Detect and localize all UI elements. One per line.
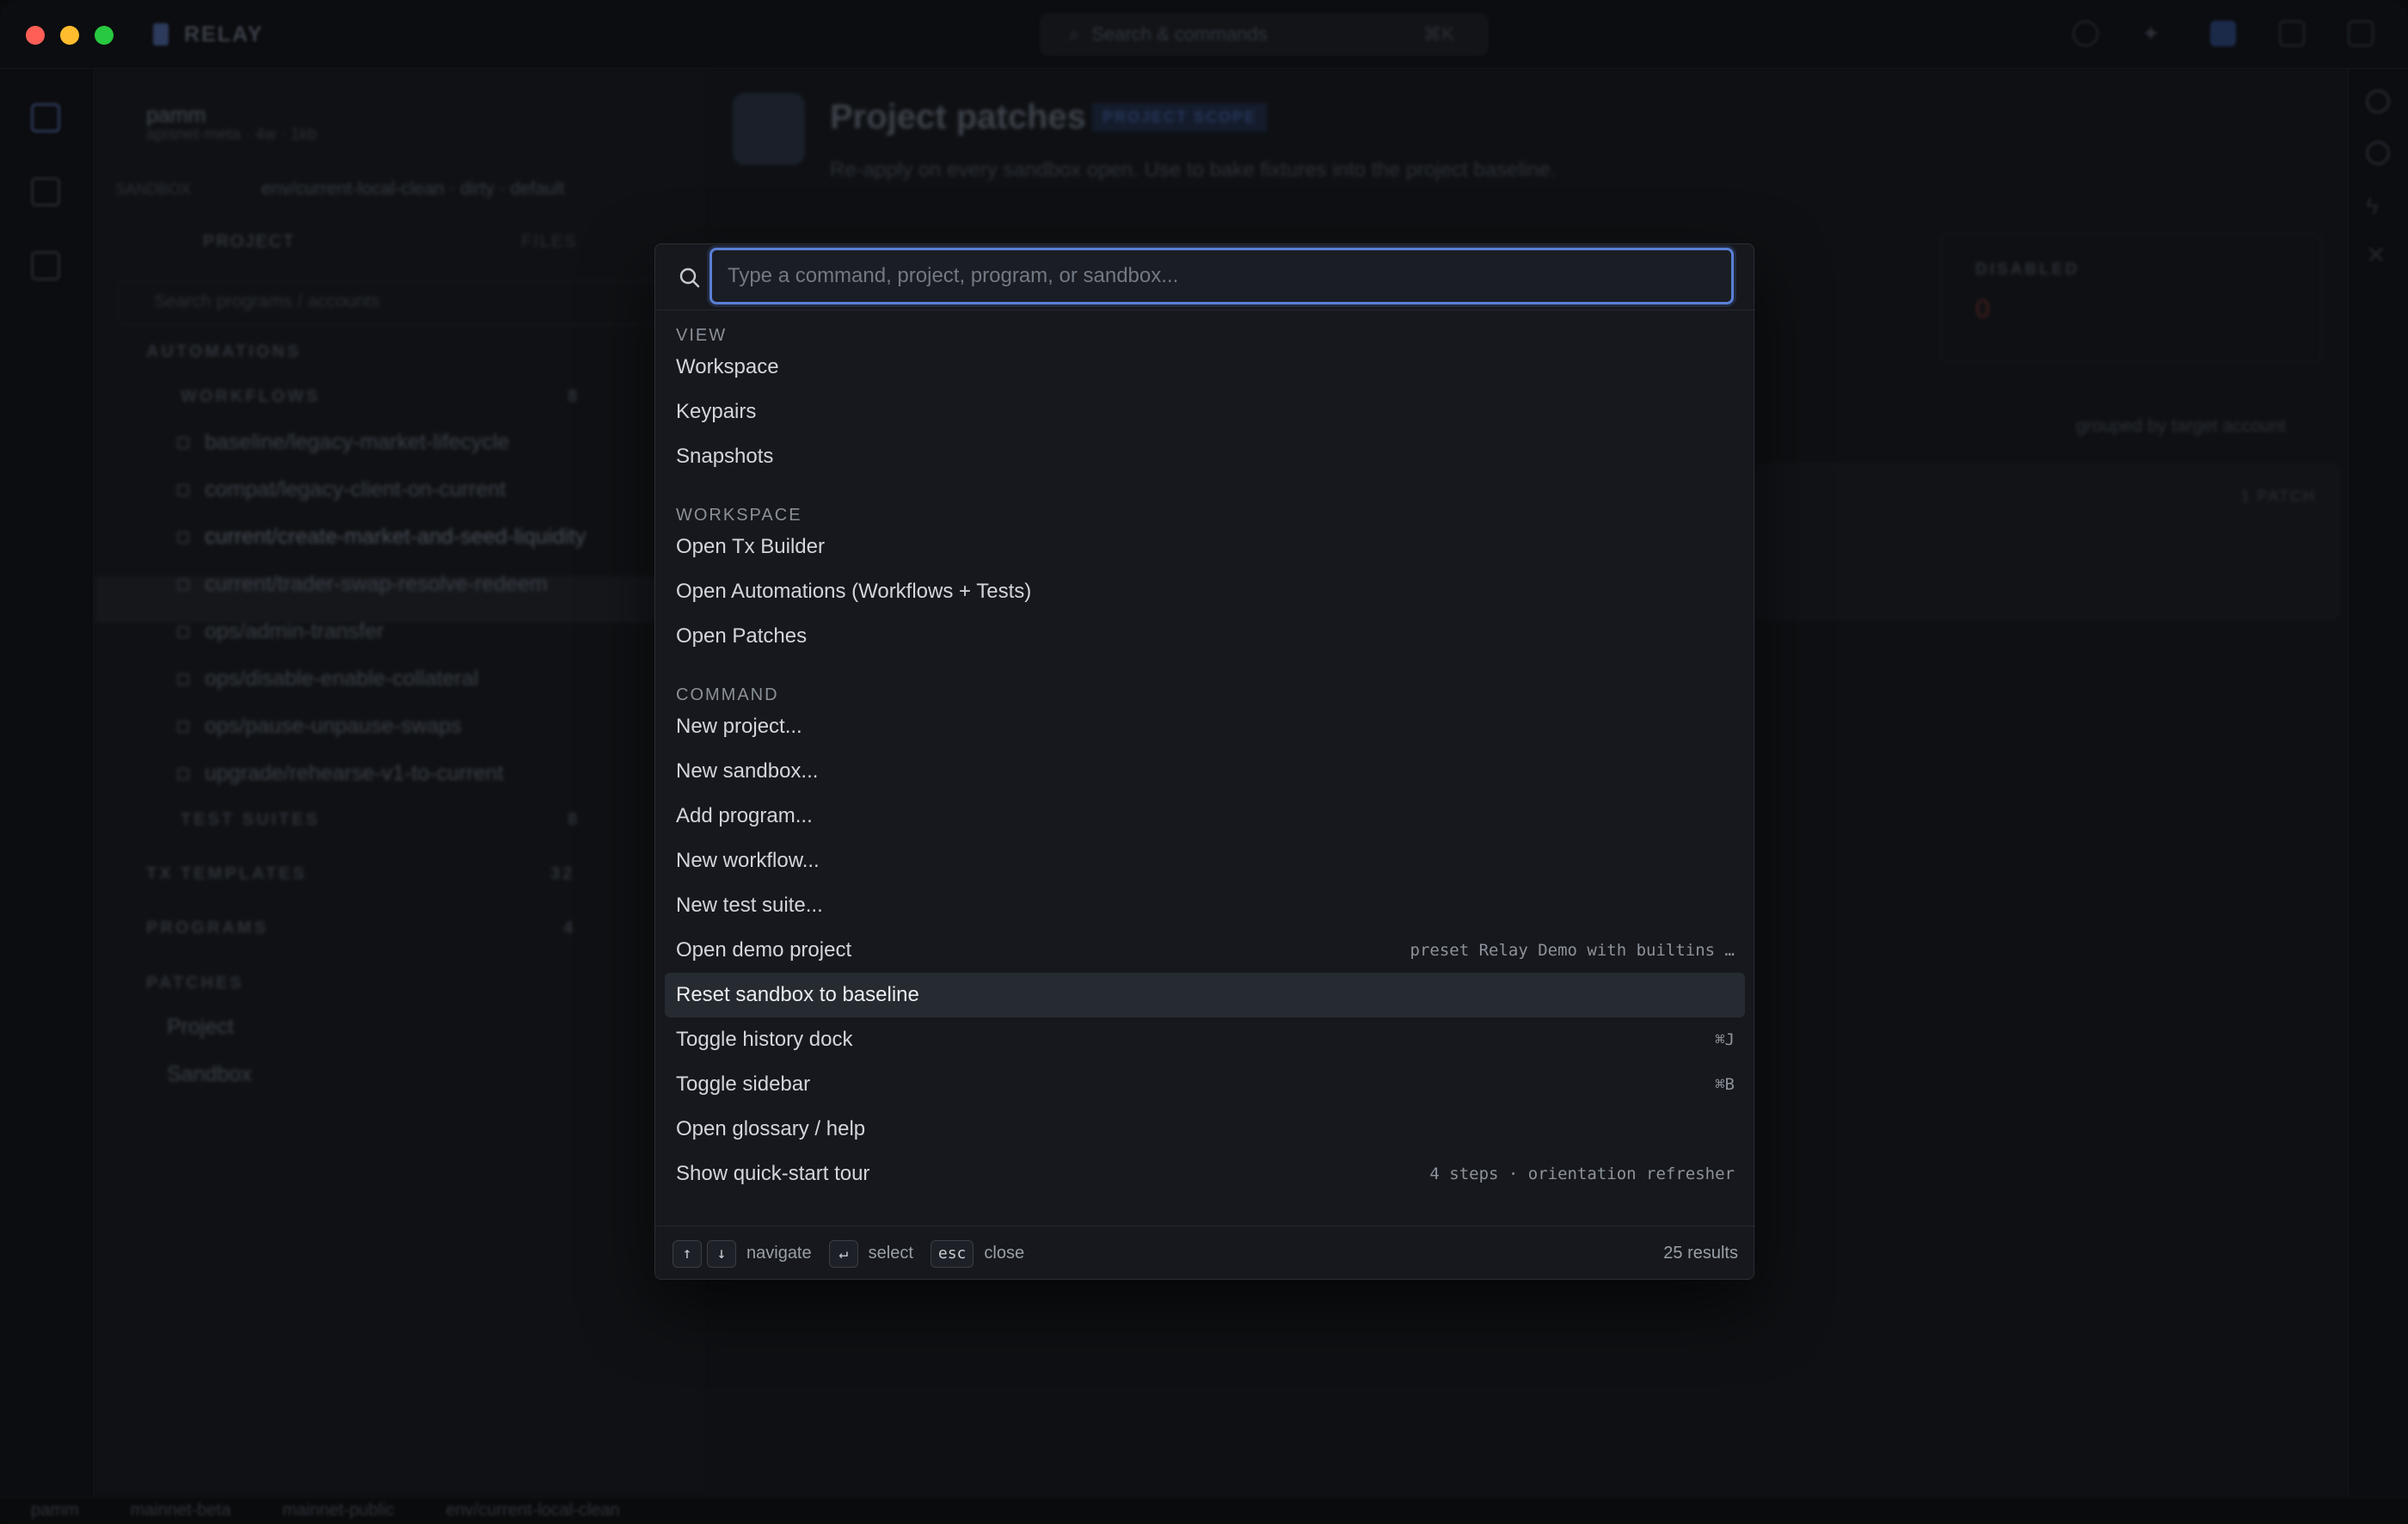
palette-item-open-automations[interactable]: Open Automations (Workflows + Tests) <box>665 569 1745 614</box>
palette-item-open-glossary[interactable]: Open glossary / help <box>665 1107 1745 1152</box>
palette-item-workspace[interactable]: Workspace <box>665 345 1745 390</box>
item-label: Toggle sidebar <box>676 1072 811 1096</box>
group-label-view: VIEW <box>676 326 728 345</box>
command-palette: VIEW Workspace Keypairs Snapshots WORKSP… <box>654 243 1755 1281</box>
item-shortcut: ⌘B <box>1715 1075 1735 1094</box>
palette-item-toggle-sidebar[interactable]: Toggle sidebar ⌘B <box>665 1062 1745 1107</box>
item-label: Add program... <box>676 804 813 827</box>
esc-key: esc <box>930 1239 974 1268</box>
search-icon <box>679 267 700 288</box>
palette-item-add-program[interactable]: Add program... <box>665 794 1745 839</box>
results-count: 25 results <box>1663 1244 1738 1263</box>
palette-item-new-workflow[interactable]: New workflow... <box>665 839 1745 883</box>
item-label: Show quick-start tour <box>676 1162 870 1185</box>
select-label: select <box>868 1244 913 1263</box>
item-label: New test suite... <box>676 894 823 917</box>
item-label: Toggle history dock <box>676 1028 853 1051</box>
item-label: New project... <box>676 715 802 738</box>
item-label: Open glossary / help <box>676 1117 866 1140</box>
group-label-workspace: WORKSPACE <box>676 506 802 525</box>
palette-item-open-tx-builder[interactable]: Open Tx Builder <box>665 525 1745 569</box>
item-label: Open demo project <box>676 938 852 962</box>
palette-item-open-demo-project[interactable]: Open demo project preset Relay Demo with… <box>665 928 1745 973</box>
item-hint: 4 steps · orientation refresher <box>1429 1165 1735 1183</box>
app-window: RELAY ⌕ Search & commands ⌘K ✦ pamm apis… <box>0 0 2408 1524</box>
arrow-up-key: ↑ <box>673 1239 702 1268</box>
item-shortcut: ⌘J <box>1715 1030 1735 1049</box>
navigate-label: navigate <box>746 1244 812 1263</box>
enter-key: ↵ <box>828 1239 858 1268</box>
palette-search-row <box>655 244 1755 310</box>
palette-search-input[interactable] <box>710 248 1734 304</box>
palette-item-toggle-history-dock[interactable]: Toggle history dock ⌘J <box>665 1017 1745 1062</box>
palette-item-reset-sandbox[interactable]: Reset sandbox to baseline <box>665 973 1745 1017</box>
palette-item-new-sandbox[interactable]: New sandbox... <box>665 749 1745 794</box>
arrow-down-key: ↓ <box>707 1239 736 1268</box>
close-label: close <box>984 1244 1025 1263</box>
palette-item-keypairs[interactable]: Keypairs <box>665 390 1745 434</box>
item-label: New workflow... <box>676 849 820 872</box>
palette-item-snapshots[interactable]: Snapshots <box>665 434 1745 479</box>
item-label: Reset sandbox to baseline <box>676 983 919 1006</box>
palette-footer: ↑ ↓ navigate ↵ select esc close 25 resul… <box>655 1226 1755 1281</box>
item-label: New sandbox... <box>676 759 819 783</box>
palette-item-quick-start-tour[interactable]: Show quick-start tour 4 steps · orientat… <box>665 1152 1745 1196</box>
palette-results: VIEW Workspace Keypairs Snapshots WORKSP… <box>655 310 1755 1226</box>
palette-item-new-test-suite[interactable]: New test suite... <box>665 883 1745 928</box>
item-hint: preset Relay Demo with builtins … <box>1410 941 1735 960</box>
group-label-command: COMMAND <box>676 685 779 704</box>
palette-item-open-patches[interactable]: Open Patches <box>665 614 1745 659</box>
palette-item-new-project[interactable]: New project... <box>665 704 1745 749</box>
